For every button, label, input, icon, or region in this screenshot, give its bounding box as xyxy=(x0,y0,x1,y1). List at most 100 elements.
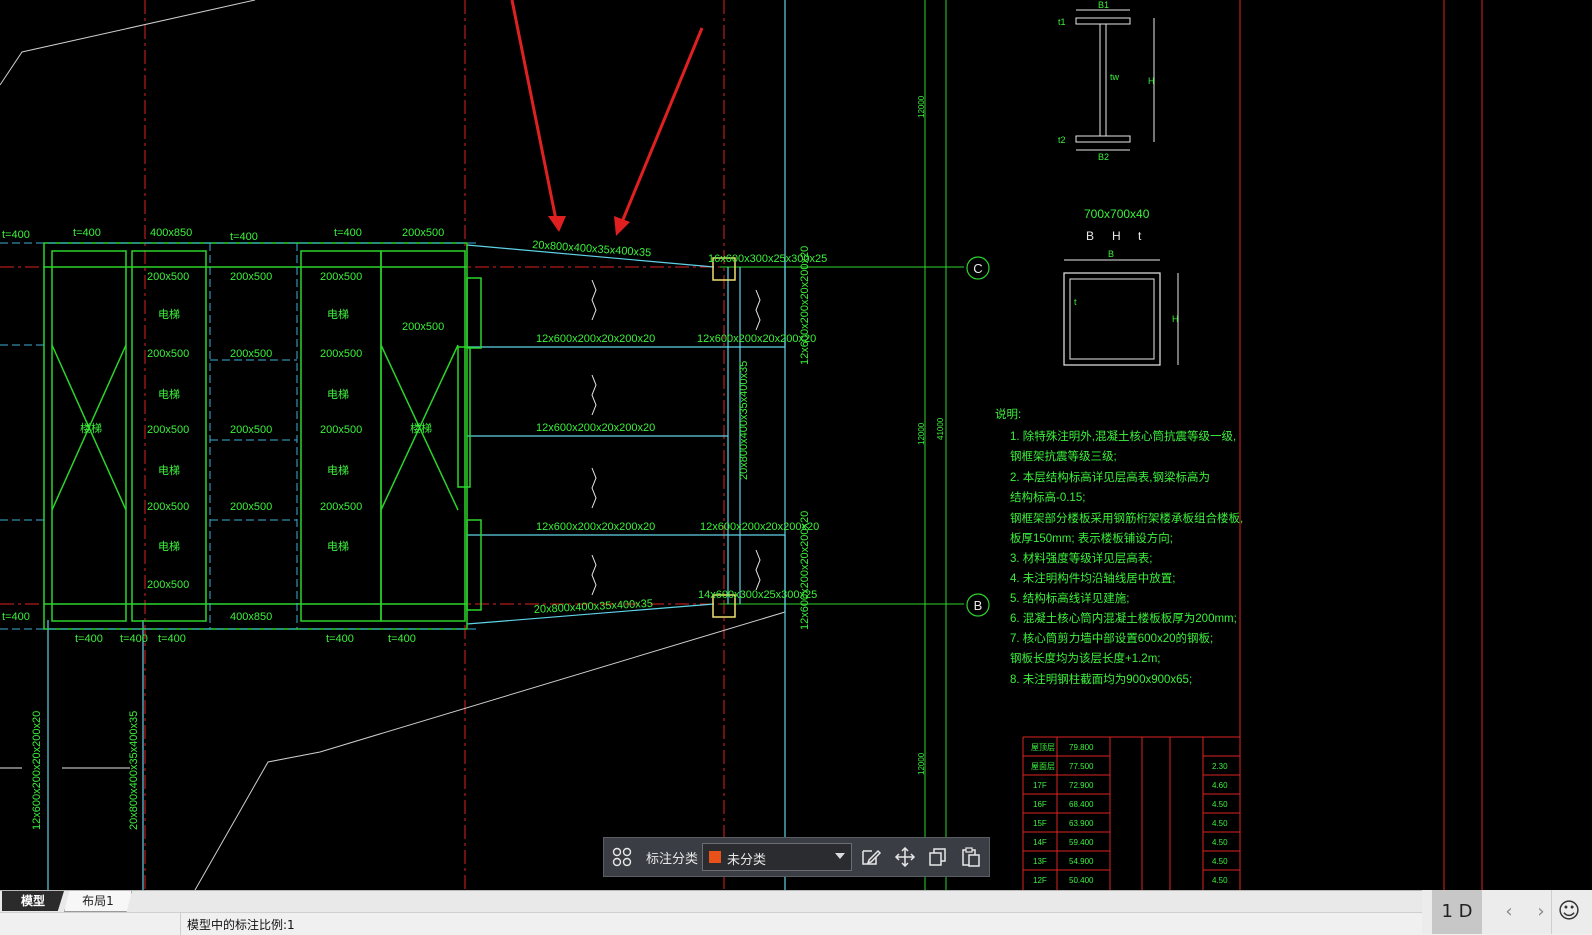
svg-text:t=400: t=400 xyxy=(73,227,101,239)
svg-text:楼梯: 楼梯 xyxy=(80,421,102,435)
svg-text:200x500: 200x500 xyxy=(230,424,272,436)
annotation-category-select[interactable]: 未分类 xyxy=(702,843,852,871)
svg-text:12F: 12F xyxy=(1033,876,1047,885)
svg-text:16F: 16F xyxy=(1033,800,1047,809)
svg-text:4.50: 4.50 xyxy=(1212,857,1228,866)
svg-text:50.400: 50.400 xyxy=(1069,876,1094,885)
svg-text:结构标高-0.15;: 结构标高-0.15; xyxy=(1010,490,1085,504)
svg-text:41000: 41000 xyxy=(936,417,945,440)
svg-text:t=400: t=400 xyxy=(2,611,30,623)
smiley-icon[interactable]: ☺ xyxy=(1551,890,1586,934)
svg-text:t=400: t=400 xyxy=(326,633,354,645)
svg-text:钢框架部分楼板采用钢筋桁架楼承板组合楼板,: 钢框架部分楼板采用钢筋桁架楼承板组合楼板, xyxy=(1010,511,1243,525)
svg-text:t=400: t=400 xyxy=(334,227,362,239)
svg-text:12x600x200x20x200x20: 12x600x200x20x200x20 xyxy=(799,511,811,630)
svg-text:电梯: 电梯 xyxy=(158,388,180,401)
svg-text:t: t xyxy=(1074,297,1077,307)
svg-text:400x850: 400x850 xyxy=(150,227,192,239)
svg-text:C: C xyxy=(973,261,982,276)
svg-text:钢框架抗震等级三级;: 钢框架抗震等级三级; xyxy=(1010,449,1117,463)
svg-text:t=400: t=400 xyxy=(75,633,103,645)
svg-text:200x500: 200x500 xyxy=(147,271,189,283)
svg-text:4.50: 4.50 xyxy=(1212,819,1228,828)
svg-text:H: H xyxy=(1148,76,1155,86)
annotation-toolbar: 标注分类 未分类 xyxy=(603,837,990,877)
svg-text:4.50: 4.50 xyxy=(1212,800,1228,809)
annotation-scale-status: 模型中的标注比例:1 xyxy=(187,918,295,932)
svg-text:电梯: 电梯 xyxy=(327,308,349,321)
status-left-panel xyxy=(0,913,181,935)
svg-text:12x600x200x20x200x20: 12x600x200x20x200x20 xyxy=(31,711,43,830)
axis-bubble-c: C xyxy=(966,256,990,280)
svg-text:17F: 17F xyxy=(1033,781,1047,790)
edit-icon[interactable] xyxy=(860,847,882,867)
svg-text:77.500: 77.500 xyxy=(1069,762,1094,771)
tab-model[interactable]: 模型 xyxy=(2,891,64,911)
svg-text:t=400: t=400 xyxy=(2,229,30,241)
category-select-value: 未分类 xyxy=(727,853,767,868)
svg-text:钢板长度均为该层长度+1.2m;: 钢板长度均为该层长度+1.2m; xyxy=(1010,651,1160,665)
svg-text:t=400: t=400 xyxy=(120,633,148,645)
svg-text:5. 结构标高线详见建施;: 5. 结构标高线详见建施; xyxy=(1010,591,1129,605)
svg-text:72.900: 72.900 xyxy=(1069,781,1094,790)
svg-text:t=400: t=400 xyxy=(230,231,258,243)
svg-text:4.50: 4.50 xyxy=(1212,876,1228,885)
move-icon[interactable] xyxy=(894,847,916,867)
drawing-canvas[interactable]: C B 20x800x400x35x400x35 20x800x400x35x4… xyxy=(0,0,1592,890)
category-color-swatch xyxy=(709,851,721,863)
svg-text:200x500: 200x500 xyxy=(147,348,189,360)
svg-text:200x500: 200x500 xyxy=(230,271,272,283)
svg-text:20x800x400x35x400x35: 20x800x400x35x400x35 xyxy=(128,711,140,830)
axis-lines-green xyxy=(720,0,964,890)
svg-text:68.400: 68.400 xyxy=(1069,800,1094,809)
layout-tab-bar: 模型 布局1 xyxy=(0,890,1592,913)
tab-layout1[interactable]: 布局1 xyxy=(64,891,132,912)
steel-beams xyxy=(47,0,786,890)
grid-icon[interactable] xyxy=(612,847,632,867)
svg-text:63.900: 63.900 xyxy=(1069,819,1094,828)
svg-text:电梯: 电梯 xyxy=(327,388,349,401)
svg-text:B2: B2 xyxy=(1098,152,1109,162)
svg-text:B: B xyxy=(974,598,983,613)
core-dimension-labels: t=400 t=400 400x850 t=400 t=400 200x500 … xyxy=(2,227,444,645)
svg-text:B: B xyxy=(1108,249,1114,259)
chevron-down-icon xyxy=(835,853,845,859)
svg-text:电梯: 电梯 xyxy=(327,464,349,477)
svg-text:板厚150mm; 表示楼板铺设方向;: 板厚150mm; 表示楼板铺设方向; xyxy=(1010,531,1173,545)
svg-text:12000: 12000 xyxy=(917,422,926,445)
chevron-left-icon[interactable]: ‹ xyxy=(1494,890,1524,934)
svg-text:200x500: 200x500 xyxy=(147,424,189,436)
svg-text:12x600x200x20x200x20: 12x600x200x20x200x20 xyxy=(536,422,655,434)
svg-text:200x500: 200x500 xyxy=(402,227,444,239)
svg-text:13F: 13F xyxy=(1033,857,1047,866)
svg-text:14F: 14F xyxy=(1033,838,1047,847)
svg-text:说明:: 说明: xyxy=(995,407,1021,421)
view-mode-button[interactable]: 1 D xyxy=(1432,890,1482,934)
floor-table: 屋顶层 79.800 屋面层 77.500 2.30 17F 72.900 4.… xyxy=(1022,736,1240,890)
svg-text:B1: B1 xyxy=(1098,0,1109,10)
svg-text:12000: 12000 xyxy=(917,95,926,118)
svg-text:700x700x40: 700x700x40 xyxy=(1084,207,1150,221)
svg-text:12x600x200x20x200x20: 12x600x200x20x200x20 xyxy=(799,246,811,365)
svg-text:t=400: t=400 xyxy=(158,633,186,645)
svg-text:3. 材料强度等级详见层高表;: 3. 材料强度等级详见层高表; xyxy=(1010,551,1152,565)
svg-text:屋面层: 屋面层 xyxy=(1031,762,1055,771)
annotation-category-label: 标注分类 xyxy=(646,852,699,867)
svg-text:400x850: 400x850 xyxy=(230,611,272,623)
svg-text:屋顶层: 屋顶层 xyxy=(1031,743,1055,752)
svg-text:6. 混凝土核心筒内混凝土楼板板厚为200mm;: 6. 混凝土核心筒内混凝土楼板板厚为200mm; xyxy=(1010,611,1237,625)
paste-icon[interactable] xyxy=(960,847,982,867)
svg-text:H: H xyxy=(1112,229,1121,243)
svg-text:H: H xyxy=(1172,314,1179,324)
core-walls xyxy=(43,242,482,630)
svg-text:12x600x200x20x200x20: 12x600x200x20x200x20 xyxy=(536,333,655,345)
axis-bubble-b: B xyxy=(966,593,990,617)
copy-icon[interactable] xyxy=(927,847,949,867)
svg-text:200x500: 200x500 xyxy=(402,321,444,333)
svg-text:楼梯: 楼梯 xyxy=(410,421,432,435)
design-notes: 说明: 1. 除特殊注明外,混凝土核心筒抗震等级一级, 钢框架抗震等级三级; 2… xyxy=(995,407,1243,686)
svg-text:20x800x400x35x400x35: 20x800x400x35x400x35 xyxy=(738,361,750,480)
svg-text:12x600x200x20x200x20: 12x600x200x20x200x20 xyxy=(536,521,655,533)
svg-text:200x500: 200x500 xyxy=(320,271,362,283)
svg-text:54.900: 54.900 xyxy=(1069,857,1094,866)
